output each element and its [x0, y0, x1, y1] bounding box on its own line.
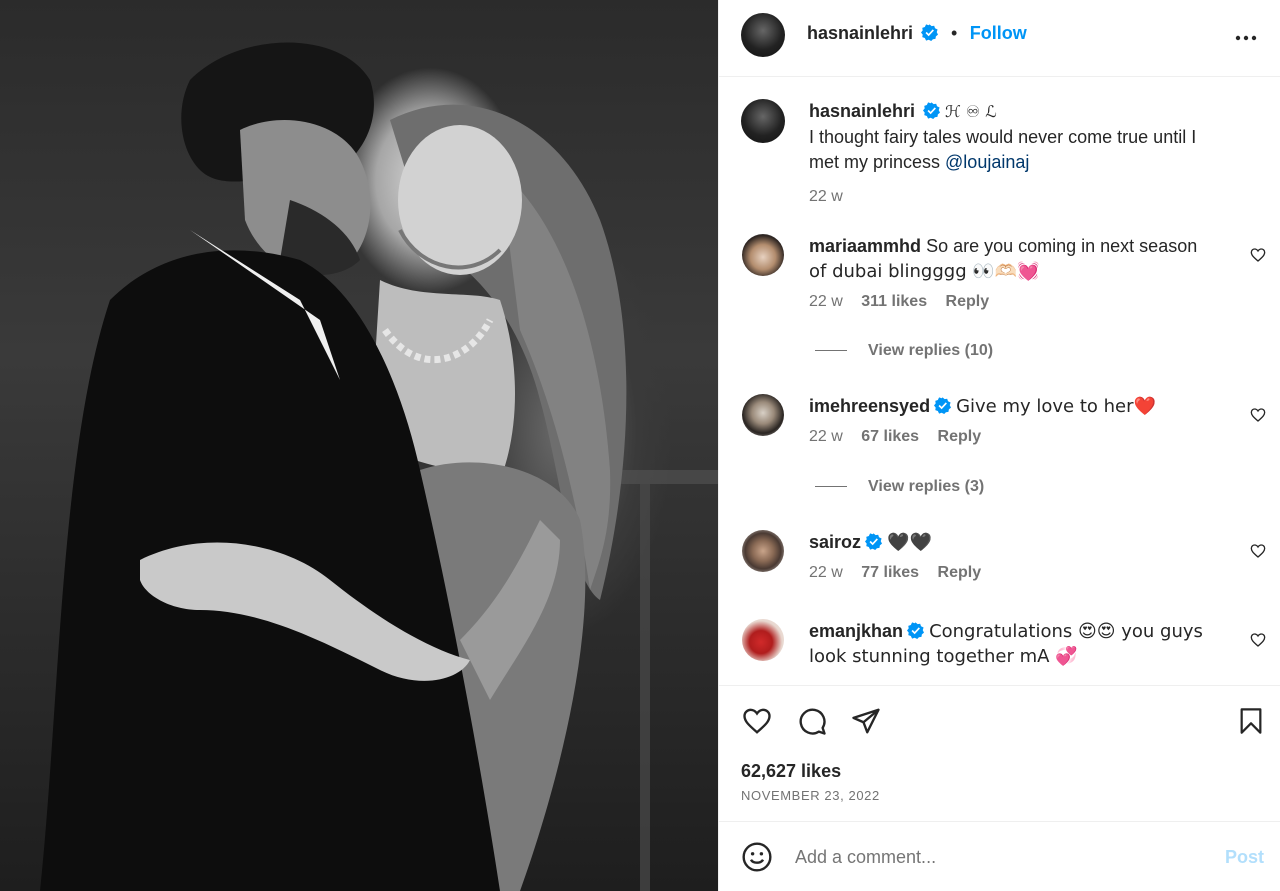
caption: hasnainlehri ℋ ♾ ℒ I thought fairy tales…: [809, 99, 1259, 206]
comment-text-line1: Congratulations 😍😍 you guys: [929, 621, 1203, 642]
comment-bubble-icon[interactable]: [796, 706, 828, 736]
comment-like-heart-icon[interactable]: [1250, 632, 1266, 648]
comment-item: mariaammhd So are you coming in next sea…: [809, 234, 1239, 311]
comment-username[interactable]: mariaammhd: [809, 236, 921, 256]
author-username[interactable]: hasnainlehri: [807, 23, 913, 43]
save-bookmark-icon[interactable]: [1237, 706, 1265, 736]
post-date[interactable]: NOVEMBER 23, 2022: [741, 788, 880, 803]
comment-text-line1: So are you coming in next season: [926, 236, 1198, 256]
author-avatar[interactable]: [741, 13, 785, 57]
view-replies-label: View replies (3): [868, 478, 985, 495]
comment-reply-button[interactable]: Reply: [946, 293, 990, 310]
caption-badge-text: ℋ ♾ ℒ: [944, 102, 997, 121]
follow-button[interactable]: Follow: [970, 23, 1027, 43]
verified-badge-icon: [923, 102, 941, 119]
view-replies-button[interactable]: View replies (10): [815, 342, 993, 360]
verified-badge-icon: [934, 397, 952, 414]
verified-badge-icon: [921, 24, 939, 41]
comment-likes[interactable]: 311 likes: [861, 293, 927, 310]
comment-username[interactable]: imehreensyed: [809, 396, 930, 416]
caption-time[interactable]: 22 w: [809, 188, 1259, 206]
verified-badge-icon: [907, 622, 925, 639]
mention-link[interactable]: @loujainaj: [945, 152, 1029, 172]
add-comment-bar: Post: [719, 821, 1280, 891]
comment-text-line2: look stunning together mA 💞: [809, 646, 1078, 667]
comment-like-heart-icon[interactable]: [1250, 407, 1266, 423]
comment-item: emanjkhan Congratulations 😍😍 you guys lo…: [809, 619, 1239, 669]
comment-time[interactable]: 22 w: [809, 564, 843, 581]
view-replies-label: View replies (10): [868, 342, 994, 359]
post-comment-button[interactable]: Post: [1225, 847, 1264, 868]
comment-username[interactable]: emanjkhan: [809, 621, 903, 641]
comment-text-line2: of dubai blingggg 👀🫶🏻💓: [809, 261, 1040, 282]
comment-username[interactable]: sairoz: [809, 532, 861, 552]
comment-item: imehreensyed Give my love to her❤️ 22 w …: [809, 394, 1239, 446]
view-replies-line: [815, 350, 847, 352]
verified-badge-icon: [865, 533, 883, 550]
likes-count[interactable]: 62,627 likes: [741, 761, 841, 782]
comment-reply-button[interactable]: Reply: [938, 428, 982, 445]
comment-text-line1: Give my love to her❤️: [956, 396, 1156, 417]
comment-item: sairoz 🖤🖤 22 w 77 likes Reply: [809, 530, 1239, 582]
post-actions: 62,627 likes NOVEMBER 23, 2022: [719, 685, 1280, 821]
like-heart-icon[interactable]: [741, 706, 773, 736]
post-image[interactable]: [0, 0, 718, 891]
comment-time[interactable]: 22 w: [809, 293, 843, 310]
comment-avatar[interactable]: [742, 530, 784, 572]
view-replies-button[interactable]: View replies (3): [815, 478, 984, 496]
emoji-smiley-icon[interactable]: [741, 841, 773, 873]
comment-avatar[interactable]: [742, 619, 784, 661]
caption-username[interactable]: hasnainlehri: [809, 101, 915, 121]
more-horizontal-icon[interactable]: [1235, 28, 1257, 48]
comment-avatar[interactable]: [742, 394, 784, 436]
header-separator: •: [950, 23, 958, 43]
caption-text-line1: I thought fairy tales would never come t…: [809, 127, 1197, 147]
view-replies-line: [815, 486, 847, 488]
caption-author-avatar[interactable]: [741, 99, 785, 143]
comment-like-heart-icon[interactable]: [1250, 247, 1266, 263]
comment-likes[interactable]: 67 likes: [861, 428, 919, 445]
comment-likes[interactable]: 77 likes: [861, 564, 919, 581]
post-header: hasnainlehri • Follow: [719, 0, 1280, 77]
comment-time[interactable]: 22 w: [809, 428, 843, 445]
caption-text-line2: met my princess: [809, 152, 946, 172]
comment-like-heart-icon[interactable]: [1250, 543, 1266, 559]
comment-text-line1: 🖤🖤: [887, 532, 932, 553]
comment-input[interactable]: [795, 842, 1175, 872]
comment-avatar[interactable]: [742, 234, 784, 276]
comment-reply-button[interactable]: Reply: [938, 564, 982, 581]
share-send-icon[interactable]: [850, 706, 882, 736]
post-sidebar: hasnainlehri • Follow hasnainlehri ℋ ♾ ℒ…: [718, 0, 1280, 891]
post-photo-illustration: [40, 42, 718, 891]
